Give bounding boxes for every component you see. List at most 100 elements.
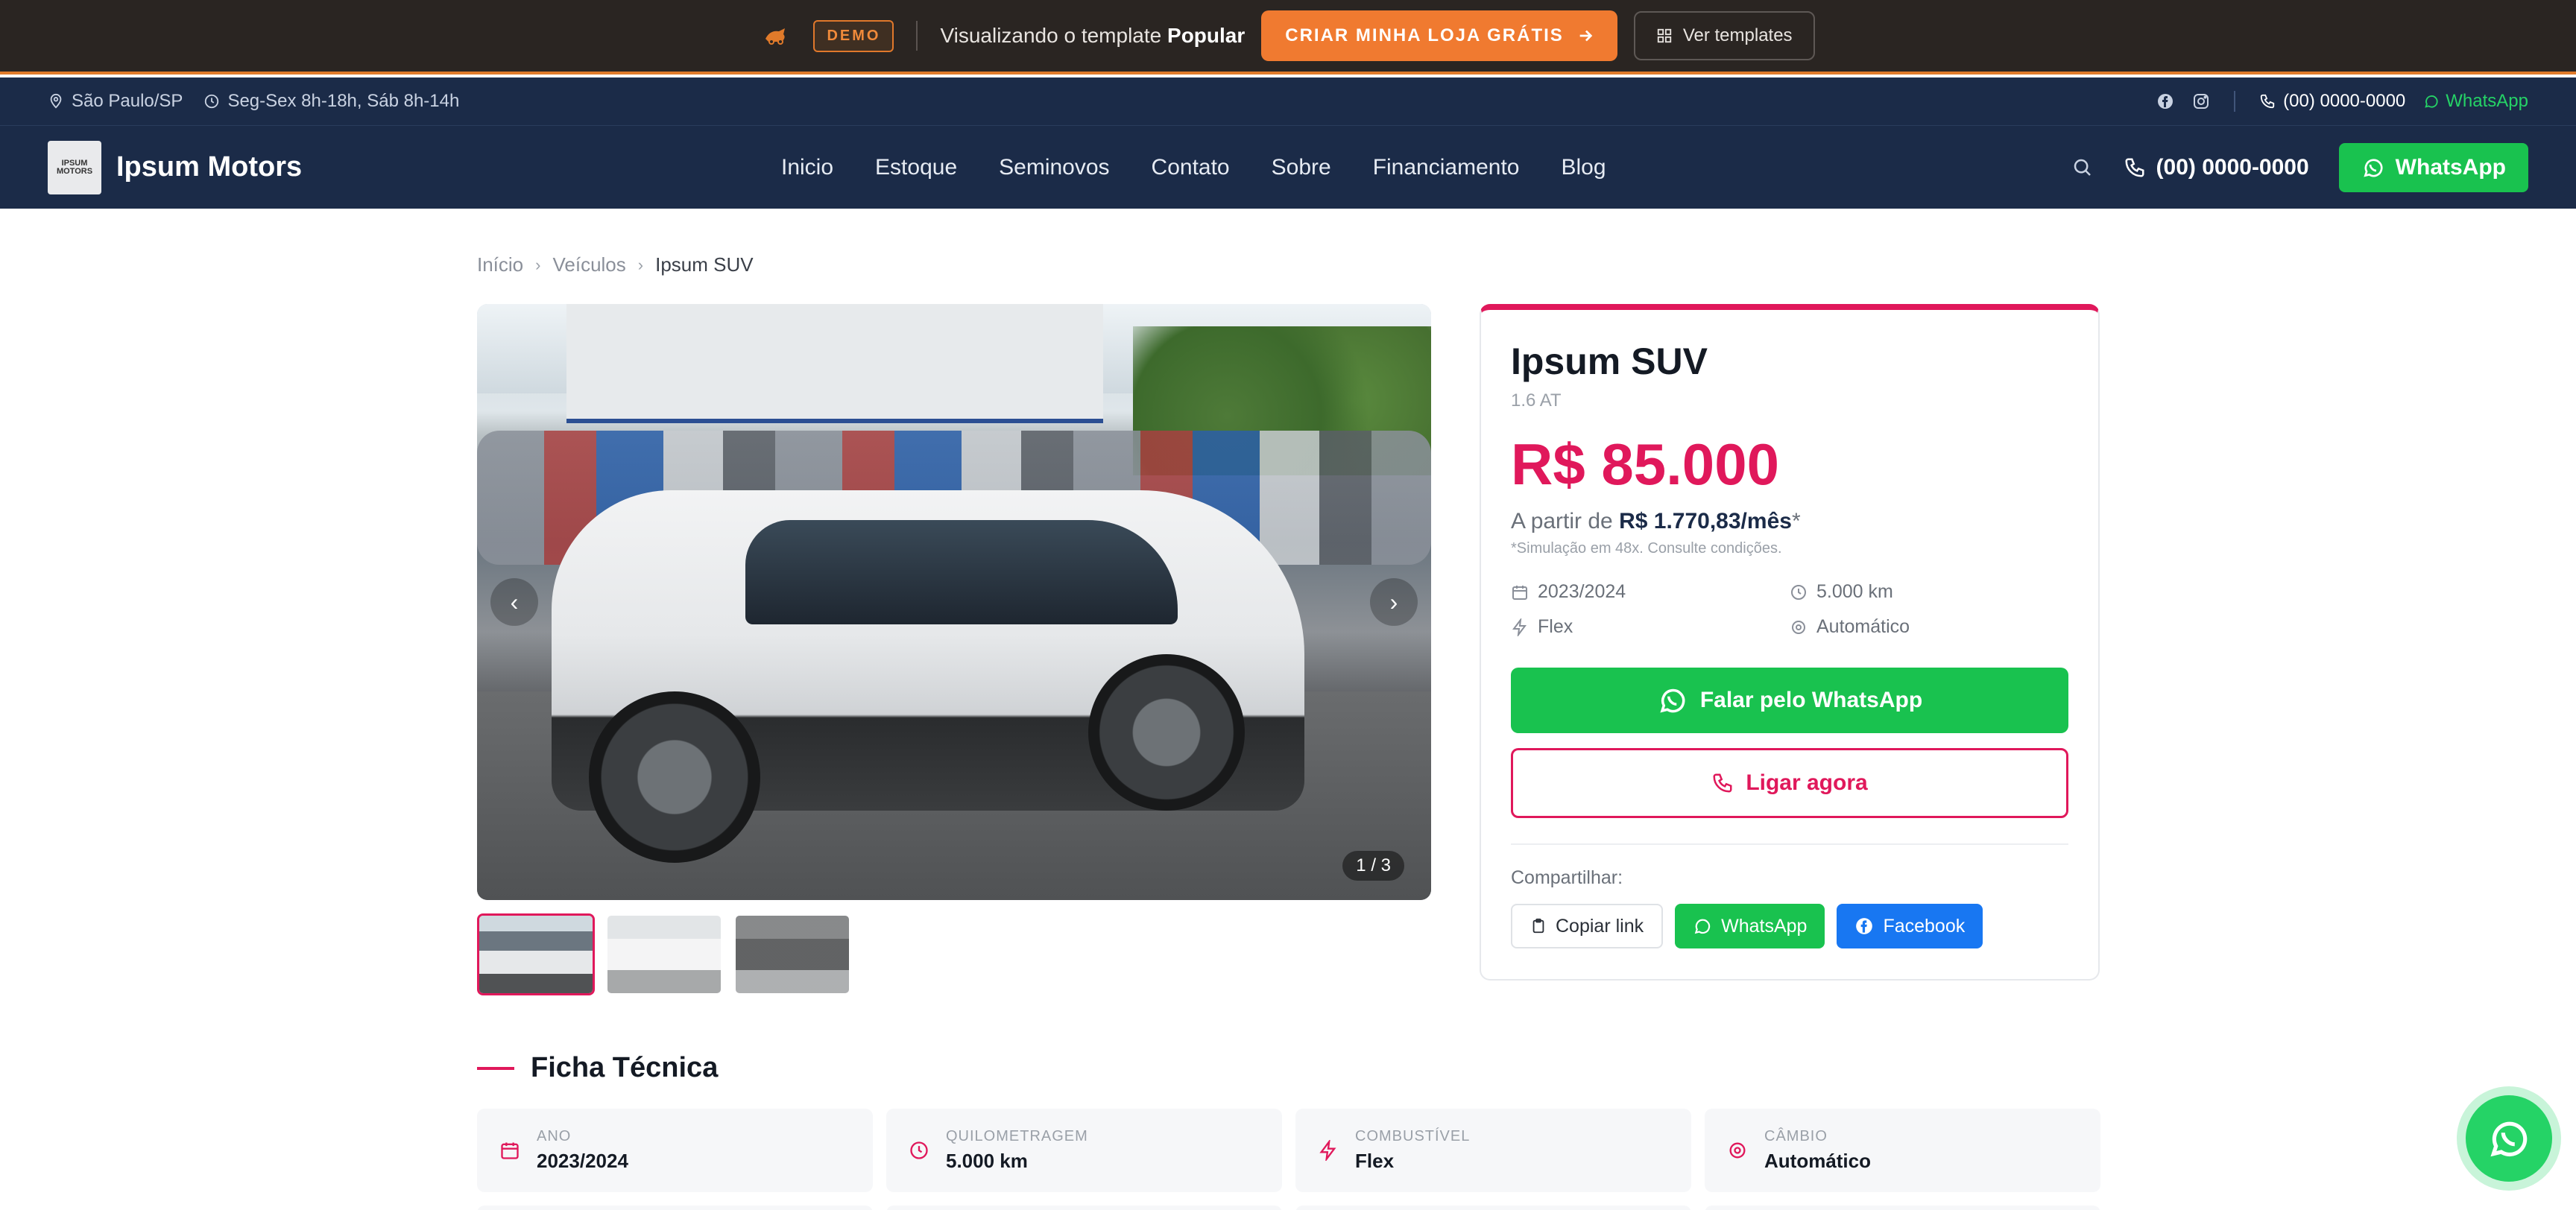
share-whatsapp-button[interactable]: WhatsApp: [1675, 904, 1825, 948]
gallery-thumbnails: [477, 913, 851, 995]
gallery-thumbnail[interactable]: [733, 913, 851, 995]
gallery-counter: 1 / 3: [1342, 851, 1404, 881]
call-now-button[interactable]: Ligar agora: [1511, 748, 2068, 818]
clock-icon: [1791, 584, 1806, 600]
grid-icon: [1657, 28, 1671, 43]
spec-fuel-value: Flex: [1538, 616, 1573, 637]
share-whatsapp-label: WhatsApp: [1721, 915, 1808, 937]
tech-sheet-label: QUILOMETRAGEM: [946, 1128, 1088, 1144]
gear-icon: [1729, 1142, 1746, 1159]
spec-year: 2023/2024: [1511, 581, 1790, 603]
whatsapp-icon: [1694, 919, 1711, 934]
gallery-thumbnail[interactable]: [477, 913, 595, 995]
search-icon[interactable]: [2071, 156, 2094, 179]
tech-sheet-title: Ficha Técnica: [531, 1052, 719, 1083]
vehicle-version: 1.6 AT: [1511, 390, 1562, 411]
vehicle-price: R$ 85.000: [1511, 431, 1779, 497]
calendar-icon: [501, 1142, 519, 1159]
phone-icon: [2125, 158, 2144, 177]
tech-sheet-label: CÂMBIO: [1764, 1128, 1828, 1144]
phone-icon: [2260, 94, 2275, 109]
gallery-prev-button[interactable]: ‹: [490, 578, 538, 626]
arrow-right-icon: [1579, 30, 1593, 42]
gallery-next-button[interactable]: ›: [1370, 578, 1418, 626]
main-nav: IPSUM MOTORS Ipsum Motors Inicio Estoque…: [0, 125, 2576, 209]
demo-template-name: Popular: [1167, 24, 1246, 47]
demo-template-text: Visualizando o template Popular: [940, 24, 1245, 48]
view-templates-label: Ver templates: [1682, 25, 1793, 45]
tech-sheet-value: Flex: [1355, 1150, 1395, 1172]
nav-link-contato[interactable]: Contato: [1152, 155, 1230, 180]
view-templates-button[interactable]: Ver templates: [1633, 11, 1815, 60]
installment-info: A partir de R$ 1.770,83/mês*: [1511, 509, 2068, 534]
gallery-thumbnail[interactable]: [605, 913, 723, 995]
installment-suffix: *: [1791, 509, 1801, 533]
whatsapp-icon: [1660, 688, 1685, 713]
breadcrumb: Início › Veículos › Ipsum SUV: [477, 253, 754, 276]
nav-phone-link[interactable]: (00) 0000-0000: [2124, 155, 2309, 180]
demo-badge: DEMO: [813, 19, 894, 52]
breadcrumb-home[interactable]: Início: [477, 253, 523, 276]
brand-link[interactable]: IPSUM MOTORS Ipsum Motors: [48, 140, 302, 194]
tech-sheet-value: 5.000 km: [946, 1150, 1028, 1172]
nav-link-estoque[interactable]: Estoque: [875, 155, 957, 180]
photo-wheel: [1088, 654, 1245, 811]
tech-sheet-item-fuel: COMBUSTÍVEL Flex: [1295, 1109, 1691, 1192]
tech-sheet-label: COMBUSTÍVEL: [1355, 1128, 1471, 1144]
gear-icon: [1792, 620, 1805, 634]
nav-link-blog[interactable]: Blog: [1561, 155, 1606, 180]
tech-sheet-value: Automático: [1764, 1150, 1871, 1172]
spec-fuel: Flex: [1511, 616, 1790, 638]
spec-summary: 2023/2024 5.000 km Flex Automático: [1511, 581, 2068, 638]
instagram-icon[interactable]: [2192, 92, 2210, 110]
nav-link-seminovos[interactable]: Seminovos: [999, 155, 1109, 180]
nav-whatsapp-button[interactable]: WhatsApp: [2338, 142, 2528, 192]
info-phone-link[interactable]: (00) 0000-0000: [2259, 91, 2405, 112]
gauge-icon: [910, 1141, 928, 1159]
nav-whatsapp-label: WhatsApp: [2395, 154, 2506, 180]
nav-links: Inicio Estoque Seminovos Contato Sobre F…: [781, 126, 1606, 209]
copy-link-button[interactable]: Copiar link: [1511, 904, 1664, 948]
calendar-icon: [1512, 585, 1527, 600]
clock-icon: [205, 94, 219, 109]
whatsapp-contact-button[interactable]: Falar pelo WhatsApp: [1511, 668, 2068, 733]
brand-logo: IPSUM MOTORS: [48, 140, 101, 194]
spec-transmission-value: Automático: [1816, 616, 1910, 637]
create-store-button[interactable]: CRIAR MINHA LOJA GRÁTIS: [1261, 10, 1617, 61]
info-whatsapp-link[interactable]: WhatsApp: [2423, 91, 2528, 112]
card-divider: [1511, 843, 2068, 845]
info-divider: [2234, 91, 2236, 112]
nav-link-inicio[interactable]: Inicio: [781, 155, 833, 180]
fuel-icon: [1319, 1140, 1336, 1161]
photo-suv-window: [745, 520, 1178, 624]
whatsapp-contact-label: Falar pelo WhatsApp: [1699, 688, 1923, 712]
facebook-icon: [1856, 918, 1873, 934]
nav-link-sobre[interactable]: Sobre: [1272, 155, 1331, 180]
hours-text: Seg-Sex 8h-18h, Sáb 8h-14h: [227, 91, 460, 111]
tech-sheet-item-mileage: QUILOMETRAGEM 5.000 km: [886, 1109, 1282, 1192]
spec-transmission: Automático: [1790, 616, 2068, 638]
nav-link-financiamento[interactable]: Financiamento: [1373, 155, 1520, 180]
tech-sheet-heading: Ficha Técnica: [477, 1052, 718, 1084]
share-label: Compartilhar:: [1511, 867, 1623, 888]
demo-text-prefix: Visualizando o template: [940, 24, 1162, 47]
tech-sheet-item-transmission: CÂMBIO Automático: [1705, 1109, 2100, 1192]
hours-info: Seg-Sex 8h-18h, Sáb 8h-14h: [203, 91, 459, 112]
vehicle-gallery[interactable]: ‹ › 1 / 3: [477, 304, 1431, 900]
brand-logo-text: IPSUM MOTORS: [56, 158, 93, 176]
demo-logo-icon: [761, 21, 791, 51]
call-now-label: Ligar agora: [1746, 770, 1868, 795]
photo-dealership: [566, 304, 1103, 423]
create-store-label: CRIAR MINHA LOJA GRÁTIS: [1285, 25, 1564, 45]
breadcrumb-current: Ipsum SUV: [655, 253, 754, 276]
breadcrumb-vehicles[interactable]: Veículos: [552, 253, 625, 276]
lightning-icon: [1512, 618, 1527, 636]
facebook-icon[interactable]: [2156, 92, 2174, 110]
copy-link-label: Copiar link: [1556, 915, 1644, 937]
tech-sheet-item-year: ANO 2023/2024: [477, 1109, 873, 1192]
vehicle-title: Ipsum SUV: [1511, 340, 1708, 382]
floating-whatsapp-button[interactable]: [2466, 1095, 2552, 1182]
nav-phone-text: (00) 0000-0000: [2156, 154, 2309, 180]
share-facebook-button[interactable]: Facebook: [1837, 904, 1983, 948]
chevron-right-icon: ›: [535, 255, 541, 274]
